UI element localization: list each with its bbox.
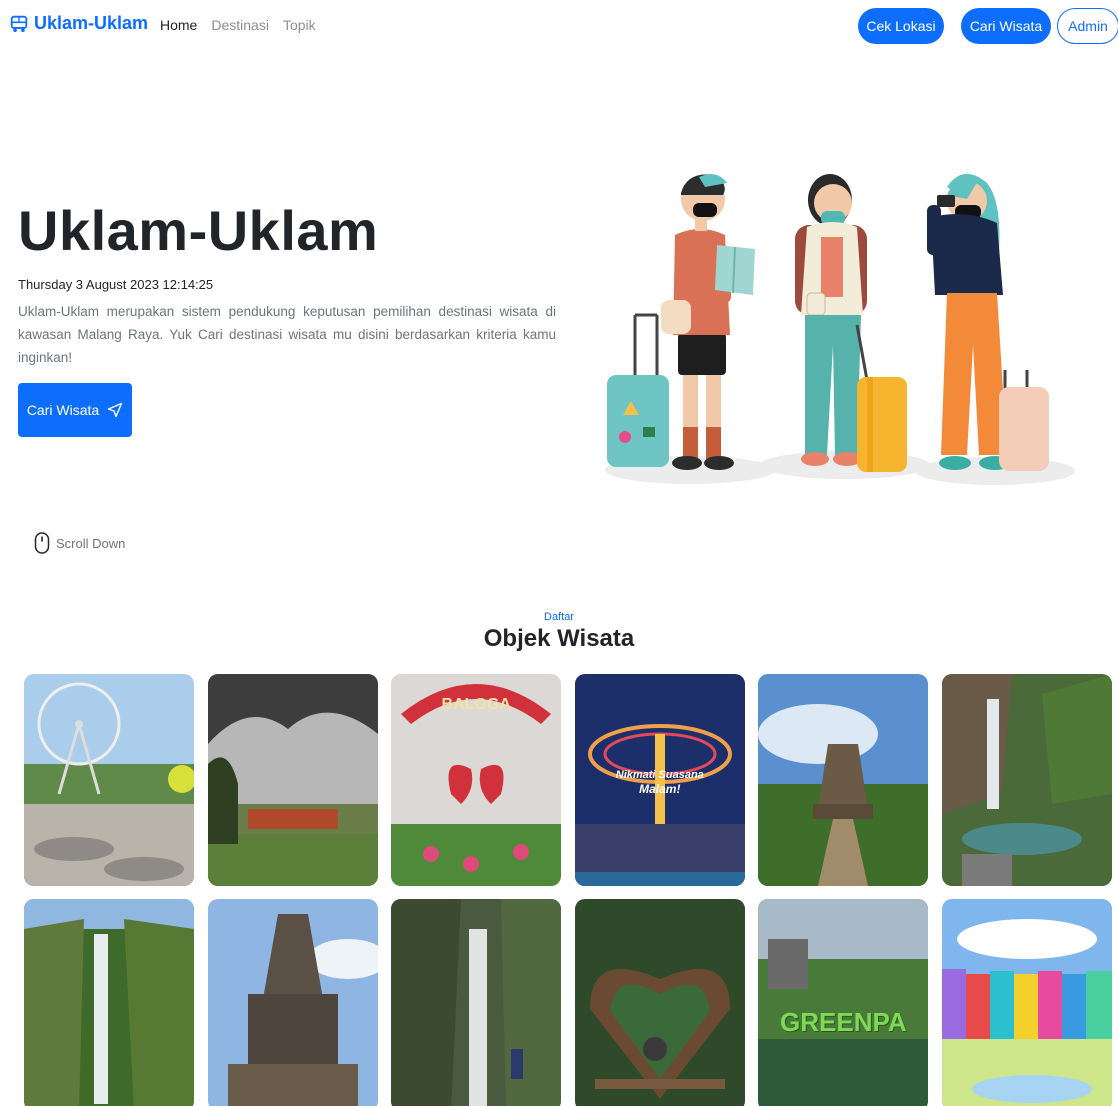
destination-card[interactable] [207,674,378,886]
nav-links: Home Destinasi Topik [160,17,316,33]
nav-home[interactable]: Home [160,17,197,33]
travelers-illustration [605,173,1075,485]
destination-card[interactable] [758,674,929,886]
send-icon [107,402,123,418]
mouse-icon [34,532,50,554]
destination-card[interactable]: GREENPA [758,899,929,1106]
traveler-woman-backpack [795,174,907,472]
cari-wisata-nav-button[interactable]: Cari Wisata [961,8,1051,44]
destination-photo [207,899,378,1106]
traveler-woman-camera [927,173,1049,471]
malam-label: Malam! [639,782,681,796]
destination-photo [574,899,745,1106]
bus-icon [10,15,28,32]
admin-button[interactable]: Admin [1057,8,1118,44]
traveler-man [607,174,755,470]
destination-card[interactable] [574,899,745,1106]
destination-card[interactable] [24,899,194,1106]
navbar: Uklam-Uklam Home Destinasi Topik Cek Lok… [0,0,1118,52]
destination-card[interactable] [391,899,562,1106]
destination-photo [24,674,194,886]
destination-photo [24,899,194,1106]
cek-lokasi-button[interactable]: Cek Lokasi [858,8,944,44]
destination-photo [758,899,929,1106]
destination-photo [391,899,562,1106]
hero-datetime: Thursday 3 August 2023 12:14:25 [18,277,214,292]
destination-photo [941,899,1112,1106]
brand-logo[interactable]: Uklam-Uklam [10,13,148,34]
section-subtitle: Daftar [544,611,574,623]
destination-photo [207,674,378,886]
destination-card[interactable] [941,899,1112,1106]
hero-button-label: Cari Wisata [26,402,100,418]
destination-card[interactable] [24,674,194,886]
destination-card[interactable]: BALOGA [391,674,562,886]
destination-gallery: BALOGA Nikmati Suasana Malam! GREENPA [24,674,1114,1106]
destination-card[interactable]: Nikmati Suasana Malam! [574,674,745,886]
cari-wisata-hero-button[interactable]: Cari Wisata [18,383,132,437]
nav-topik[interactable]: Topik [283,17,316,33]
destination-photo [941,674,1112,886]
hero-title: Uklam-Uklam [18,199,379,262]
nikmati-label: Nikmati Suasana [615,769,704,781]
brand-name: Uklam-Uklam [34,13,149,33]
hero-description: Uklam-Uklam merupakan sistem pendukung k… [18,304,556,365]
destination-card[interactable] [941,674,1112,886]
destination-card[interactable] [207,899,378,1106]
scroll-down-label: Scroll Down [56,535,126,551]
baloga-label: BALOGA [441,696,511,713]
destination-photo [758,674,929,886]
section-title: Objek Wisata [483,625,635,652]
scroll-down[interactable]: Scroll Down [34,532,125,554]
nav-destinasi[interactable]: Destinasi [211,17,269,33]
greenpa-label: GREENPA [780,1007,907,1037]
